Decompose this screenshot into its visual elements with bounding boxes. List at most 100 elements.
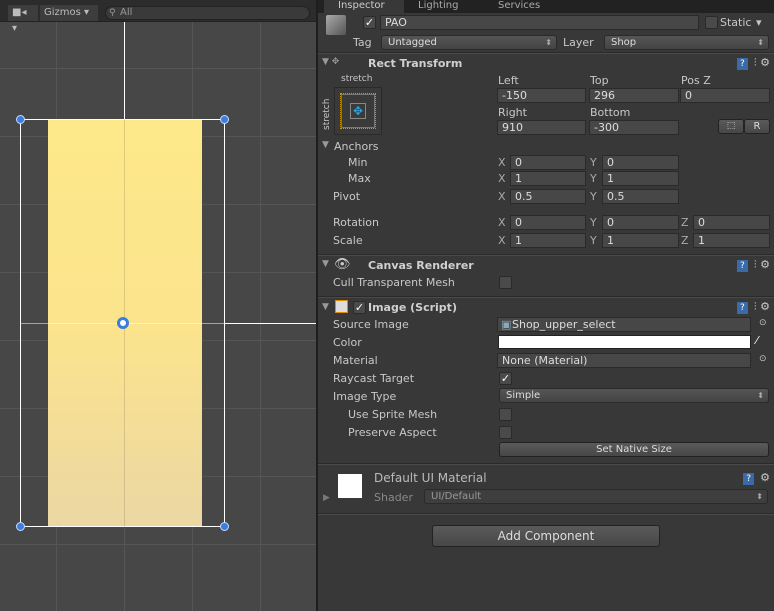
posz-label: Pos Z — [681, 74, 711, 87]
image-type-dropdown[interactable]: Simple — [499, 388, 769, 403]
anchor-max-x-field[interactable]: 1 — [510, 171, 586, 186]
bottom-field[interactable]: -300 — [589, 120, 679, 135]
divider — [318, 52, 774, 54]
rect-transform-title: Rect Transform — [368, 57, 463, 70]
gizmos-dropdown[interactable]: Gizmos ▾ — [40, 5, 98, 21]
y-label: Y — [590, 234, 597, 247]
min-label: Min — [348, 156, 368, 169]
add-component-button[interactable]: Add Component — [432, 525, 660, 547]
rotation-z-field[interactable]: 0 — [693, 215, 770, 230]
pivot-x-field[interactable]: 0.5 — [510, 189, 586, 204]
scene-view[interactable]: ■◂ ▾ Gizmos ▾ ⚲ All — [0, 0, 316, 611]
help-icon[interactable]: ? — [736, 302, 748, 314]
tab-services[interactable]: Services — [498, 0, 540, 13]
camera-icon[interactable]: ■◂ ▾ — [8, 5, 38, 34]
shader-label: Shader — [374, 491, 413, 504]
active-checkbox[interactable]: ✓ — [363, 16, 376, 29]
bottom-label: Bottom — [590, 106, 631, 119]
rotation-x-field[interactable]: 0 — [510, 215, 586, 230]
foldout-arrow[interactable]: ▼ — [322, 302, 329, 312]
color-swatch[interactable] — [498, 335, 751, 349]
foldout-arrow[interactable]: ▼ — [322, 259, 329, 269]
source-image-field[interactable]: ▣ Shop_upper_select — [497, 317, 751, 332]
anchor-min-x-field[interactable]: 0 — [510, 155, 586, 170]
help-icon[interactable]: ? — [736, 260, 748, 272]
anchor-min-y-field[interactable]: 0 — [602, 155, 679, 170]
object-picker-icon[interactable]: ⊙ — [759, 354, 767, 364]
static-dropdown-icon[interactable]: ▾ — [756, 16, 762, 29]
right-field[interactable]: 910 — [497, 120, 586, 135]
raw-edit-button[interactable]: R — [744, 119, 770, 134]
tag-label: Tag — [353, 36, 372, 49]
set-native-size-button[interactable]: Set Native Size — [499, 442, 769, 457]
top-field[interactable]: 296 — [589, 88, 679, 103]
anchors-label: Anchors — [334, 140, 379, 153]
scale-z-field[interactable]: 1 — [693, 233, 770, 248]
anchor-preset-label-v: stretch — [322, 98, 332, 130]
z-label: Z — [681, 234, 689, 247]
help-icon[interactable]: ? — [743, 473, 755, 485]
tab-inspector[interactable]: Inspector — [324, 0, 404, 13]
anchor-preset-button[interactable]: ✥ — [334, 87, 382, 135]
posz-field[interactable]: 0 — [680, 88, 770, 103]
pivot-label: Pivot — [333, 190, 361, 203]
gear-icon[interactable]: ⚙ — [760, 300, 770, 313]
anchors-foldout-arrow[interactable]: ▼ — [322, 140, 329, 150]
x-label: X — [498, 172, 506, 185]
x-label: X — [498, 234, 506, 247]
blueprint-mode-button[interactable]: ⬚ — [718, 119, 744, 134]
shader-dropdown[interactable]: UI/Default — [424, 489, 768, 504]
scene-toolbar: ■◂ ▾ Gizmos ▾ ⚲ All — [0, 0, 316, 34]
y-label: Y — [590, 172, 597, 185]
layer-dropdown[interactable]: Shop — [604, 35, 769, 50]
top-label: Top — [590, 74, 609, 87]
material-field[interactable]: None (Material) — [497, 353, 751, 368]
sprite-mesh-checkbox[interactable] — [499, 408, 512, 421]
preset-icon[interactable]: ⫶ — [754, 56, 757, 69]
anchor-max-y-field[interactable]: 1 — [602, 171, 679, 186]
image-type-label: Image Type — [333, 390, 397, 403]
material-label: Material — [333, 354, 378, 367]
eyedropper-icon[interactable]: ⁄ — [756, 334, 758, 347]
left-field[interactable]: -150 — [497, 88, 586, 103]
component-actions: ? ⫶ ⚙ — [736, 258, 770, 272]
raycast-checkbox[interactable]: ✓ — [499, 372, 512, 385]
preset-icon[interactable]: ⫶ — [754, 300, 757, 313]
tab-lighting[interactable]: Lighting — [418, 0, 458, 13]
anchor-line — [225, 323, 316, 324]
preserve-aspect-checkbox[interactable] — [499, 426, 512, 439]
help-icon[interactable]: ? — [736, 58, 748, 70]
scale-y-field[interactable]: 1 — [602, 233, 679, 248]
image-component-icon — [335, 300, 348, 313]
panel-divider[interactable] — [316, 0, 318, 611]
object-picker-icon[interactable]: ⊙ — [759, 318, 767, 328]
corner-handle[interactable] — [16, 522, 25, 531]
preserve-aspect-label: Preserve Aspect — [348, 426, 437, 439]
expand-arrow[interactable]: ▶ — [323, 493, 330, 503]
gear-icon[interactable]: ⚙ — [760, 56, 770, 69]
max-label: Max — [348, 172, 371, 185]
canvas-renderer-title: Canvas Renderer — [368, 259, 474, 272]
image-enabled-checkbox[interactable]: ✓ — [353, 301, 366, 314]
corner-handle[interactable] — [16, 115, 25, 124]
gameobject-icon — [326, 15, 346, 35]
pivot-y-field[interactable]: 0.5 — [602, 189, 679, 204]
corner-handle[interactable] — [220, 115, 229, 124]
name-field[interactable]: PAO — [380, 15, 699, 30]
pivot-handle[interactable] — [117, 317, 129, 329]
corner-handle[interactable] — [220, 522, 229, 531]
rotation-y-field[interactable]: 0 — [602, 215, 679, 230]
anchor-preset-label: stretch — [341, 74, 373, 84]
foldout-arrow[interactable]: ▼ ✥ — [322, 57, 339, 67]
source-image-label: Source Image — [333, 318, 409, 331]
tag-dropdown[interactable]: Untagged — [381, 35, 557, 50]
gear-icon[interactable]: ⚙ — [760, 471, 770, 484]
cull-checkbox[interactable] — [499, 276, 512, 289]
x-label: X — [498, 216, 506, 229]
preset-icon[interactable]: ⫶ — [754, 258, 757, 271]
scene-search-input[interactable]: ⚲ All — [105, 6, 310, 20]
right-label: Right — [498, 106, 527, 119]
gear-icon[interactable]: ⚙ — [760, 258, 770, 271]
static-checkbox[interactable] — [705, 16, 718, 29]
scale-x-field[interactable]: 1 — [510, 233, 586, 248]
